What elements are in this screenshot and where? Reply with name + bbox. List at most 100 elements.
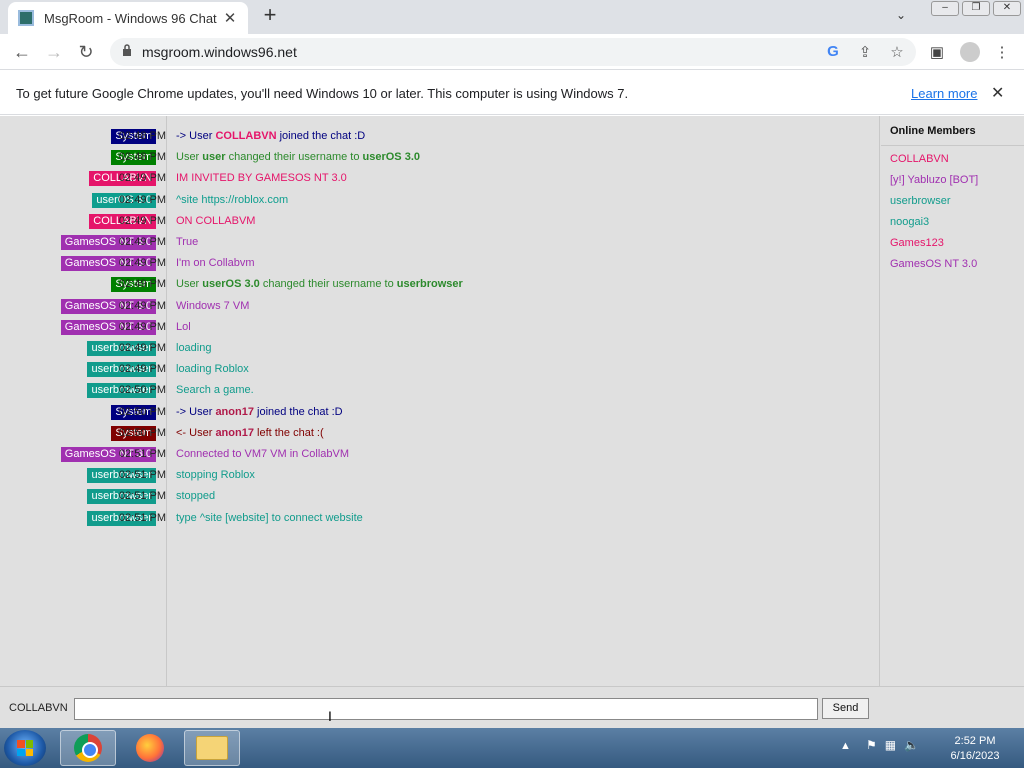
message-body: True xyxy=(176,236,199,248)
folder-icon xyxy=(196,736,228,760)
member-item[interactable]: COLLABVN xyxy=(890,153,949,165)
address-bar[interactable]: msgroom.windows96.net G ⇪ ☆ xyxy=(110,38,916,66)
message-time: 02:49 PM xyxy=(118,236,166,248)
tab-close-icon[interactable]: ✕ xyxy=(222,9,238,27)
message-time: 02:49 PM xyxy=(118,172,166,185)
taskbar-chrome[interactable] xyxy=(60,730,116,766)
message-time: 02:49 PM xyxy=(118,193,166,206)
chat-message-row: userbrowser 02:51 PM stopping Roblox xyxy=(0,465,880,486)
menu-kebab-icon[interactable]: ⋮ xyxy=(993,43,1011,61)
forward-arrow-icon[interactable]: → xyxy=(42,40,66,64)
chat-message-row: COLLABVN 02:49 PM ON COLLABVM xyxy=(0,211,880,232)
message-time: 02:49 PM xyxy=(118,320,166,333)
message-body: ^site https://roblox.com xyxy=(176,193,289,206)
system-tray: ⚑ ▦ 🔈 xyxy=(866,738,919,752)
profile-avatar-icon[interactable] xyxy=(960,42,980,62)
chat-message-row: userbrowser 02:49 PM loading xyxy=(0,338,880,359)
tab-search-chevron-icon[interactable]: ⌄ xyxy=(896,8,906,22)
message-body: stopped xyxy=(176,490,216,503)
chat-message-row: GamesOS NT 3.0 02:49 PM I'm on Collabvm xyxy=(0,253,880,274)
windows-taskbar: ▲ ⚑ ▦ 🔈 2:52 PM 6/16/2023 xyxy=(0,728,1024,768)
clock-time: 2:52 PM xyxy=(954,735,996,747)
google-lens-icon[interactable]: G xyxy=(824,43,842,60)
message-text: I'm on Collabvm xyxy=(176,257,255,269)
member-item[interactable]: noogai3 xyxy=(890,216,929,228)
message-username: COLLABVN xyxy=(215,130,277,142)
message-body: changed their username to xyxy=(225,151,363,164)
message-username: anon17 xyxy=(215,426,254,439)
message-body: joined the chat :D xyxy=(253,405,343,418)
message-time: 02:50 PM xyxy=(118,426,166,439)
chat-message-row: System 02:50 PM <- User anon17 left the ch… xyxy=(0,423,880,444)
chat-message-row: System 02:49 PM User userOS 3.0 changed th… xyxy=(0,274,880,295)
message-time: 02:51 PM xyxy=(118,469,166,482)
restore-button[interactable]: ❐ xyxy=(962,1,990,16)
start-button[interactable] xyxy=(4,730,46,766)
message-time: 02:49 PM xyxy=(118,278,166,291)
member-item[interactable]: Games123 xyxy=(890,237,944,249)
tab-title: MsgRoom - Windows 96 Chat xyxy=(44,10,217,26)
action-center-flag-icon[interactable]: ⚑ xyxy=(866,738,877,752)
bookmark-star-icon[interactable]: ☆ xyxy=(888,43,906,61)
close-window-button[interactable]: ✕ xyxy=(993,1,1021,16)
taskbar-clock[interactable]: 2:52 PM 6/16/2023 xyxy=(940,734,1010,764)
chat-message-row: userbrowser 02:50 PM Search a game. xyxy=(0,380,880,401)
message-time: 02:49 PM xyxy=(118,363,166,376)
message-username: user xyxy=(202,151,226,164)
message-username: anon17 xyxy=(215,405,254,418)
message-text: User user changed their username to user… xyxy=(176,151,420,163)
msgroom-favicon-icon xyxy=(18,10,34,26)
message-body: Search a game. xyxy=(176,384,254,397)
browser-toolbar: ← → ↻ msgroom.windows96.net G ⇪ ☆ ▣ ⋮ xyxy=(0,34,1024,70)
message-text: True xyxy=(176,236,198,248)
message-text: type ^site [website] to connect website xyxy=(176,512,363,524)
share-icon[interactable]: ⇪ xyxy=(856,43,874,61)
volume-muted-icon[interactable]: 🔈 xyxy=(904,738,919,752)
taskbar-firefox[interactable] xyxy=(122,730,178,766)
infobar-close-icon[interactable]: ✕ xyxy=(991,83,1004,103)
message-body: Lol xyxy=(176,320,191,333)
message-username: userOS 3.0 xyxy=(202,278,260,291)
current-nickname[interactable]: COLLABVN xyxy=(9,702,68,714)
message-input[interactable] xyxy=(74,698,818,720)
message-text: Windows 7 VM xyxy=(176,300,249,312)
firefox-icon xyxy=(136,734,164,762)
message-text: loading xyxy=(176,342,211,354)
chat-message-row: GamesOS NT 3.0 02:49 PM Windows 7 VM xyxy=(0,296,880,317)
message-text: Search a game. xyxy=(176,384,254,396)
windows-logo-icon xyxy=(17,740,33,756)
message-time: 02:49 PM xyxy=(118,299,166,312)
message-body: left the chat :( xyxy=(253,426,324,439)
back-arrow-icon[interactable]: ← xyxy=(10,40,34,64)
chat-message-row: userbrowser 02:51 PM stopped xyxy=(0,486,880,507)
chat-message-row: System 02:50 PM -> User anon17 joined the … xyxy=(0,402,880,423)
message-time: 02:50 PM xyxy=(118,405,166,418)
learn-more-link[interactable]: Learn more xyxy=(911,86,977,101)
tab-strip: MsgRoom - Windows 96 Chat ✕ + ⌄ – ❐ ✕ xyxy=(0,0,1024,34)
member-item[interactable]: [y!] Yabluzo [BOT] xyxy=(890,174,978,186)
member-item[interactable]: userbrowser xyxy=(890,195,951,207)
network-icon[interactable]: ▦ xyxy=(885,738,896,752)
message-body: User xyxy=(176,278,203,291)
side-panel-icon[interactable]: ▣ xyxy=(928,43,946,61)
new-tab-button[interactable]: + xyxy=(258,4,282,28)
send-button[interactable]: Send xyxy=(822,698,869,719)
url-text: msgroom.windows96.net xyxy=(142,44,297,60)
message-text: Connected to VM7 VM in CollabVM xyxy=(176,448,349,460)
chat-message-row: System 02:48 PM User user changed their us… xyxy=(0,147,880,168)
message-body: ON COLLABVM xyxy=(176,214,256,227)
message-time: 02:48 PM xyxy=(118,151,166,164)
browser-tab[interactable]: MsgRoom - Windows 96 Chat ✕ xyxy=(8,2,248,34)
msgroom-page: System 02:48 PM -> User COLLABVN joined th… xyxy=(0,116,1024,728)
chat-message-row: userbrowser 02:51 PM type ^site [website] … xyxy=(0,508,880,529)
show-hidden-icons-icon[interactable]: ▲ xyxy=(840,740,851,752)
message-time: 02:49 PM xyxy=(118,214,166,227)
reload-icon[interactable]: ↻ xyxy=(74,40,98,64)
message-time: 02:51 PM xyxy=(118,490,166,503)
message-text: Lol xyxy=(176,321,191,333)
minimize-button[interactable]: – xyxy=(931,1,959,16)
message-time: 02:48 PM xyxy=(118,130,166,142)
member-item[interactable]: GamesOS NT 3.0 xyxy=(890,258,977,270)
message-body: changed their username to xyxy=(259,278,397,291)
taskbar-explorer[interactable] xyxy=(184,730,240,766)
